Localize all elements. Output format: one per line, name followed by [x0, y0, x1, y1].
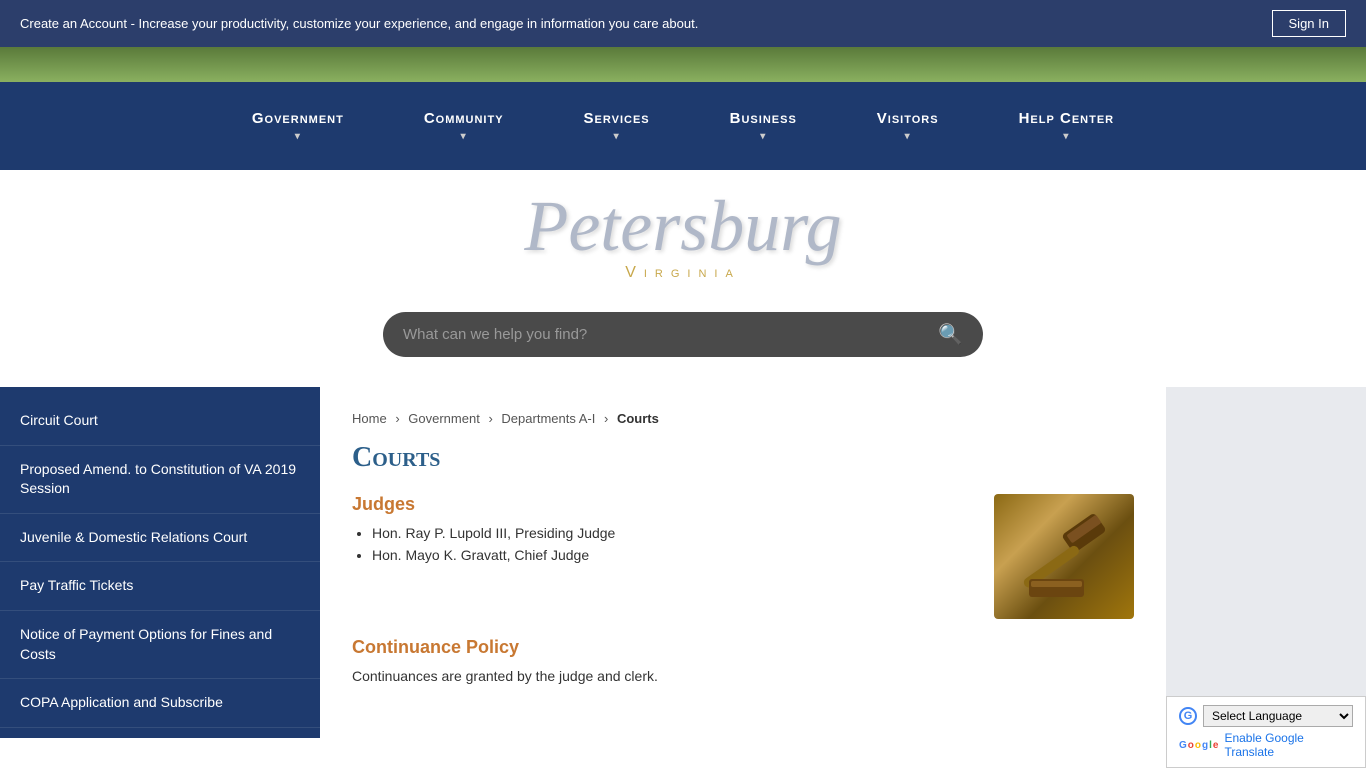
sidebar-item-copa[interactable]: COPA Application and Subscribe — [0, 679, 320, 728]
chevron-down-icon: ▾ — [614, 131, 620, 142]
gavel-icon — [1009, 507, 1119, 607]
sidebar-item-circuit-court[interactable]: Circuit Court — [0, 397, 320, 446]
search-area: 🔍 — [0, 292, 1366, 387]
sign-in-button[interactable]: Sign In — [1272, 10, 1346, 37]
search-button[interactable]: 🔍 — [938, 322, 963, 347]
nav-item-help-center[interactable]: Help Center ▾ — [979, 82, 1155, 170]
judges-section: Judges Hon. Ray P. Lupold III, Presiding… — [352, 494, 1134, 619]
nav-item-business[interactable]: Business ▾ — [690, 82, 837, 170]
banner-message: Create an Account - Increase your produc… — [20, 16, 698, 31]
google-g-icon: G — [1179, 707, 1197, 725]
right-sidebar — [1166, 387, 1366, 738]
court-image — [994, 494, 1134, 619]
content-pane: Home › Government › Departments A-I › Co… — [320, 387, 1166, 738]
page-title: Courts — [352, 442, 1134, 474]
main-nav: Government ▾ Community ▾ Services ▾ Busi… — [0, 82, 1366, 170]
city-logo-text: Petersburg — [0, 190, 1366, 262]
breadcrumb-government[interactable]: Government — [408, 411, 480, 426]
chevron-down-icon: ▾ — [905, 131, 911, 142]
chevron-down-icon: ▾ — [1063, 131, 1069, 142]
nav-item-government[interactable]: Government ▾ — [212, 82, 384, 170]
sidebar-item-proposed-amend[interactable]: Proposed Amend. to Constitution of VA 20… — [0, 446, 320, 514]
search-bar: 🔍 — [383, 312, 983, 357]
enable-translate-button[interactable]: Google Enable Google Translate — [1179, 731, 1353, 759]
nav-item-community[interactable]: Community ▾ — [384, 82, 544, 170]
breadcrumb-separator: › — [604, 411, 608, 426]
breadcrumb: Home › Government › Departments A-I › Co… — [352, 411, 1134, 426]
chevron-down-icon: ▾ — [295, 131, 301, 142]
list-item: Hon. Mayo K. Gravatt, Chief Judge — [372, 547, 974, 563]
breadcrumb-departments[interactable]: Departments A-I — [501, 411, 595, 426]
top-banner: Create an Account - Increase your produc… — [0, 0, 1366, 47]
sidebar-item-pay-traffic[interactable]: Pay Traffic Tickets — [0, 562, 320, 611]
list-item: Hon. Ray P. Lupold III, Presiding Judge — [372, 525, 974, 541]
search-input[interactable] — [403, 326, 938, 343]
judges-list: Hon. Ray P. Lupold III, Presiding Judge … — [352, 525, 974, 563]
state-logo-text: Virginia — [0, 264, 1366, 282]
main-content: Circuit Court Proposed Amend. to Constit… — [0, 387, 1366, 738]
sidebar: Circuit Court Proposed Amend. to Constit… — [0, 387, 320, 738]
sidebar-item-payment-notice[interactable]: Notice of Payment Options for Fines and … — [0, 611, 320, 679]
breadcrumb-separator: › — [395, 411, 399, 426]
nav-item-visitors[interactable]: Visitors ▾ — [837, 82, 979, 170]
google-logo: Google — [1179, 740, 1218, 751]
sidebar-item-juvenile-court[interactable]: Juvenile & Domestic Relations Court — [0, 514, 320, 563]
nav-item-services[interactable]: Services ▾ — [544, 82, 690, 170]
logo-area: Petersburg Virginia — [0, 170, 1366, 292]
translate-bar: G Select Language Google Enable Google T… — [1166, 696, 1366, 768]
breadcrumb-current: Courts — [617, 411, 659, 426]
chevron-down-icon: ▾ — [461, 131, 467, 142]
continuance-text: Continuances are granted by the judge an… — [352, 666, 1134, 687]
language-select[interactable]: Select Language — [1203, 705, 1353, 727]
chevron-down-icon: ▾ — [760, 131, 766, 142]
breadcrumb-separator: › — [488, 411, 492, 426]
judges-heading: Judges — [352, 494, 974, 515]
judges-content: Judges Hon. Ray P. Lupold III, Presiding… — [352, 494, 974, 573]
continuance-heading: Continuance Policy — [352, 637, 1134, 658]
breadcrumb-home[interactable]: Home — [352, 411, 387, 426]
select-language-row: G Select Language — [1179, 705, 1353, 727]
hero-image — [0, 47, 1366, 82]
